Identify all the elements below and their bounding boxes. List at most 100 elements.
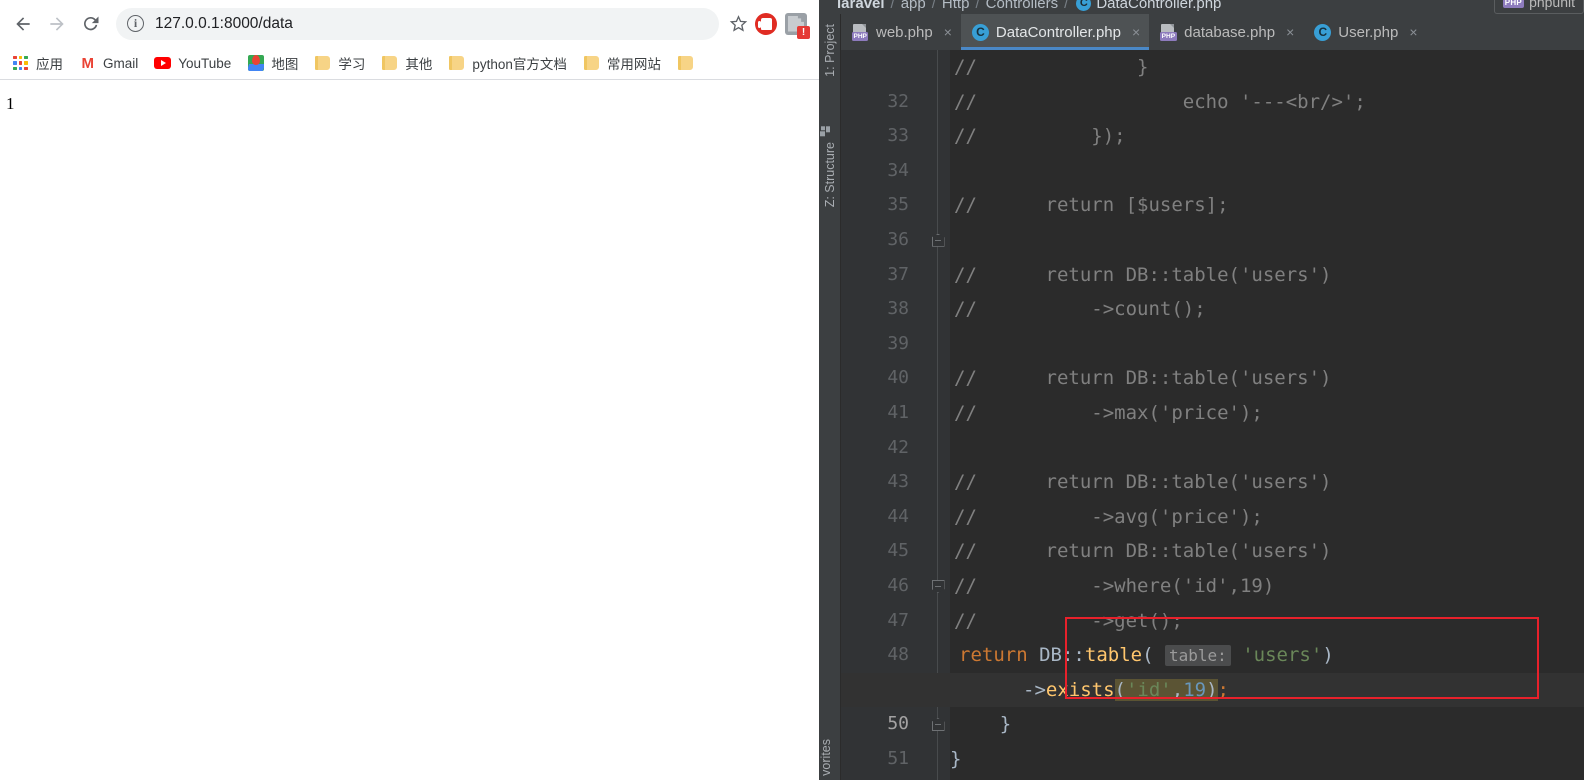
folder-icon <box>583 55 600 72</box>
sidebar-item-project[interactable]: 1: Project <box>819 18 841 77</box>
breadcrumb-project[interactable]: laravel <box>837 0 885 12</box>
code-line[interactable]: 35 <box>841 154 1584 215</box>
bookmark-star-icon[interactable] <box>725 14 751 33</box>
bookmark-label: Gmail <box>103 55 139 71</box>
adblock-icon[interactable] <box>751 7 781 41</box>
tab-datacontroller-php[interactable]: C DataController.php × <box>960 14 1150 50</box>
bookmark-label: 学习 <box>338 57 366 72</box>
editor-tab-bar: PHP web.php × C DataController.php × PHP… <box>841 14 1584 50</box>
code-line[interactable]: 36 // return [$users]; <box>841 188 1584 250</box>
code-line[interactable]: 44 // return DB::table('users') <box>841 465 1584 593</box>
line-content: } <box>954 713 1012 736</box>
close-icon[interactable]: × <box>1409 24 1417 40</box>
code-line-caret[interactable]: 50 ->exists('id',19); <box>841 672 1584 734</box>
php-file-icon: PHP <box>852 23 869 41</box>
site-info-icon[interactable]: i <box>127 15 144 32</box>
screen: i 127.0.0.1:8000/data ! 应用 M Gmail YouTu… <box>0 0 1584 780</box>
line-content: // ->count(); <box>954 298 1206 321</box>
close-icon[interactable]: × <box>1132 24 1140 40</box>
breadcrumb-http[interactable]: Http <box>942 0 970 12</box>
bookmark-label: 其他 <box>405 57 433 72</box>
bookmark-folder-other[interactable]: 其他 <box>373 50 440 77</box>
code-line[interactable]: 39 // ->count(); <box>841 292 1584 354</box>
code-line[interactable]: 32 // } <box>841 50 1584 112</box>
tab-database-php[interactable]: PHP database.php × <box>1149 14 1303 50</box>
php-class-icon: C <box>971 23 989 41</box>
line-content: // return DB::table('users') <box>954 471 1332 494</box>
back-button[interactable] <box>6 7 40 41</box>
code-line[interactable]: 41 // return DB::table('users') <box>841 361 1584 423</box>
apps-grid-icon <box>12 55 29 72</box>
bookmark-folder-common-sites[interactable]: 常用网站 <box>575 50 669 77</box>
bookmark-gmail[interactable]: M Gmail <box>71 50 146 77</box>
php-file-icon: PHP <box>1160 23 1177 41</box>
method-table: table <box>1084 644 1143 667</box>
breadcrumb-controllers[interactable]: Controllers <box>986 0 1059 12</box>
left-tool-strip: 1: Project Z: Structure vorites <box>819 14 841 780</box>
close-icon[interactable]: × <box>1286 24 1294 40</box>
bookmarks-bar: 应用 M Gmail YouTube 地图 学习 其他 python官方文档 常… <box>0 47 819 80</box>
tab-label: database.php <box>1184 23 1276 41</box>
line-number: 52 <box>841 776 909 780</box>
line-content: // return [$users]; <box>954 194 1229 217</box>
line-content: // }); <box>954 125 1126 148</box>
run-configuration-selector[interactable]: PHP phpunit <box>1493 0 1584 14</box>
browser-toolbar: i 127.0.0.1:8000/data ! <box>0 0 819 47</box>
code-line[interactable]: 51 } <box>841 707 1584 769</box>
bookmark-label: python官方文档 <box>472 57 567 72</box>
forward-button[interactable] <box>40 7 74 41</box>
bookmark-folder-study[interactable]: 学习 <box>306 50 373 77</box>
tab-user-php[interactable]: C User.php × <box>1303 14 1426 50</box>
tab-web-php[interactable]: PHP web.php × <box>841 14 961 50</box>
bookmark-apps[interactable]: 应用 <box>4 50 71 77</box>
breadcrumb-separator: / <box>1064 0 1069 12</box>
bookmark-label: YouTube <box>178 55 232 71</box>
run-config-label: phpunit <box>1529 0 1575 10</box>
code-line[interactable]: 34 // }); <box>841 119 1584 247</box>
youtube-icon <box>154 55 172 72</box>
string-users: 'users' <box>1242 644 1323 667</box>
breadcrumb-file[interactable]: DataController.php <box>1096 0 1221 12</box>
url-text: 127.0.0.1:8000/data <box>155 14 293 32</box>
code-line[interactable]: 43 <box>841 431 1584 492</box>
code-line[interactable]: 42 // ->max('price'); <box>841 396 1584 458</box>
method-exists: exists <box>1045 678 1115 701</box>
folder-icon <box>381 55 398 72</box>
bookmark-folder-python-docs[interactable]: python官方文档 <box>440 50 575 77</box>
bookmark-youtube[interactable]: YouTube <box>146 50 239 77</box>
gmail-icon: M <box>81 54 95 72</box>
parameter-hint: table: <box>1164 645 1231 667</box>
close-icon[interactable]: × <box>944 24 952 40</box>
code-line[interactable]: 46 // return DB::table('users') <box>841 534 1584 596</box>
sidebar-item-favorites[interactable]: vorites <box>819 739 841 776</box>
code-line[interactable]: 33 // echo '---<br/>'; <box>841 85 1584 147</box>
folder-icon <box>677 55 694 72</box>
code-line[interactable]: 45 // ->avg('price'); <box>841 500 1584 562</box>
reload-button[interactable] <box>74 7 108 41</box>
line-content: } <box>950 747 962 770</box>
php-badge-icon: PHP <box>1502 0 1525 8</box>
line-content: // ->where('id',19) <box>954 574 1275 597</box>
code-line-active-statement[interactable]: 49 return DB::table( table: 'users') <box>841 638 1584 700</box>
line-content: ->exists('id',19); <box>1023 678 1229 701</box>
tab-label: DataController.php <box>995 23 1121 41</box>
breadcrumb: laravel / app / Http / Controllers / C D… <box>819 0 1584 15</box>
code-line[interactable]: 37 <box>841 223 1584 285</box>
code-line[interactable]: 47 // ->where('id',19) <box>841 569 1584 631</box>
extension-warning-icon[interactable]: ! <box>781 7 811 41</box>
sidebar-item-structure[interactable]: Z: Structure <box>819 126 841 207</box>
chrome-browser-window: i 127.0.0.1:8000/data ! 应用 M Gmail YouTu… <box>0 0 819 780</box>
code-line[interactable]: 48 // ->get(); <box>841 604 1584 732</box>
code-line[interactable]: 52 } <box>841 742 1584 777</box>
line-content: // ->max('price'); <box>954 401 1263 424</box>
address-bar[interactable]: i 127.0.0.1:8000/data <box>116 7 719 40</box>
bookmark-maps[interactable]: 地图 <box>239 50 306 77</box>
tool-window-label: 1: Project <box>823 24 837 77</box>
bookmark-label: 地图 <box>271 57 299 72</box>
google-maps-icon <box>247 55 264 72</box>
code-line[interactable]: 40 <box>841 327 1584 388</box>
bookmark-folder-overflow[interactable] <box>669 50 709 77</box>
breadcrumb-app[interactable]: app <box>901 0 926 12</box>
code-editor[interactable]: 32 // } 33 // echo '---<br/>'; 34 // }); <box>841 50 1584 780</box>
code-line[interactable]: 38 // return DB::table('users') <box>841 258 1584 320</box>
